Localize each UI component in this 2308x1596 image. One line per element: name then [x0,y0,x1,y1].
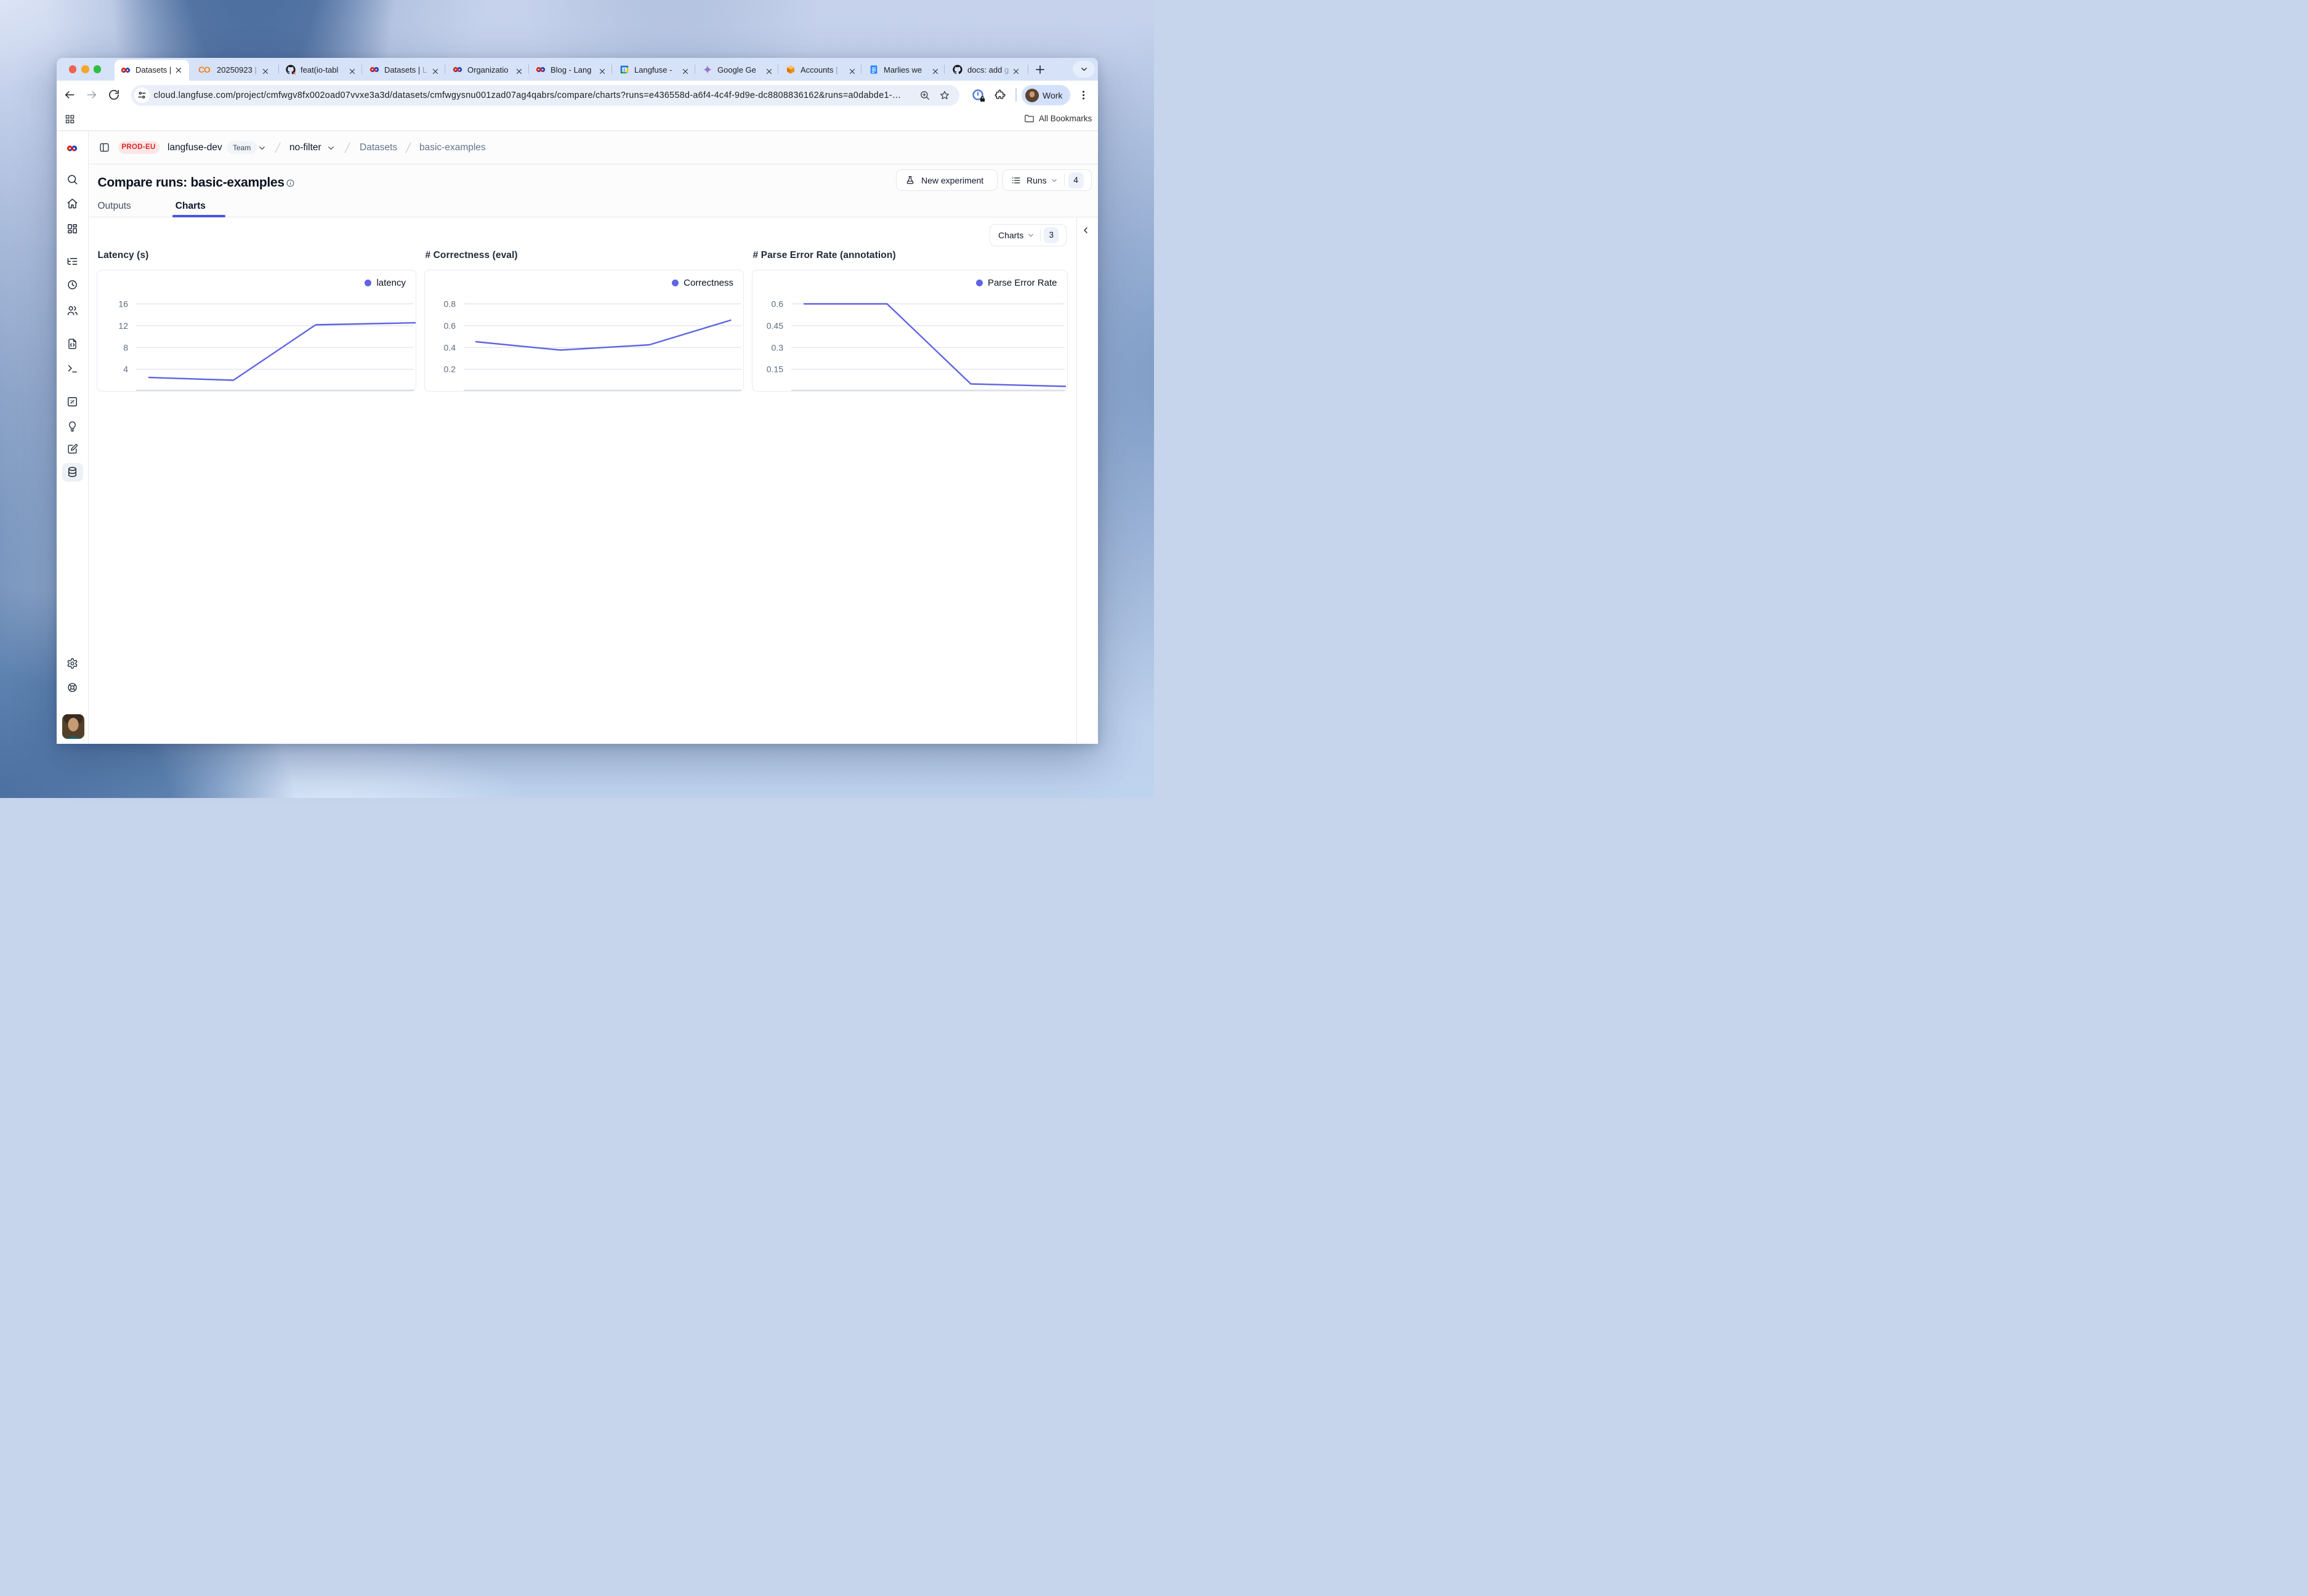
svg-text:4: 4 [123,365,128,374]
svg-text:12: 12 [118,321,128,331]
svg-text:0.6: 0.6 [772,299,784,309]
svg-text:0.8: 0.8 [444,299,456,309]
svg-text:0.45: 0.45 [767,321,783,331]
svg-text:0.4: 0.4 [444,342,456,352]
svg-text:8: 8 [123,342,128,352]
svg-text:0.3: 0.3 [772,342,784,352]
svg-text:0.6: 0.6 [444,321,456,331]
svg-text:16: 16 [118,299,128,309]
svg-text:0.15: 0.15 [767,365,783,374]
svg-text:0.2: 0.2 [444,365,456,374]
